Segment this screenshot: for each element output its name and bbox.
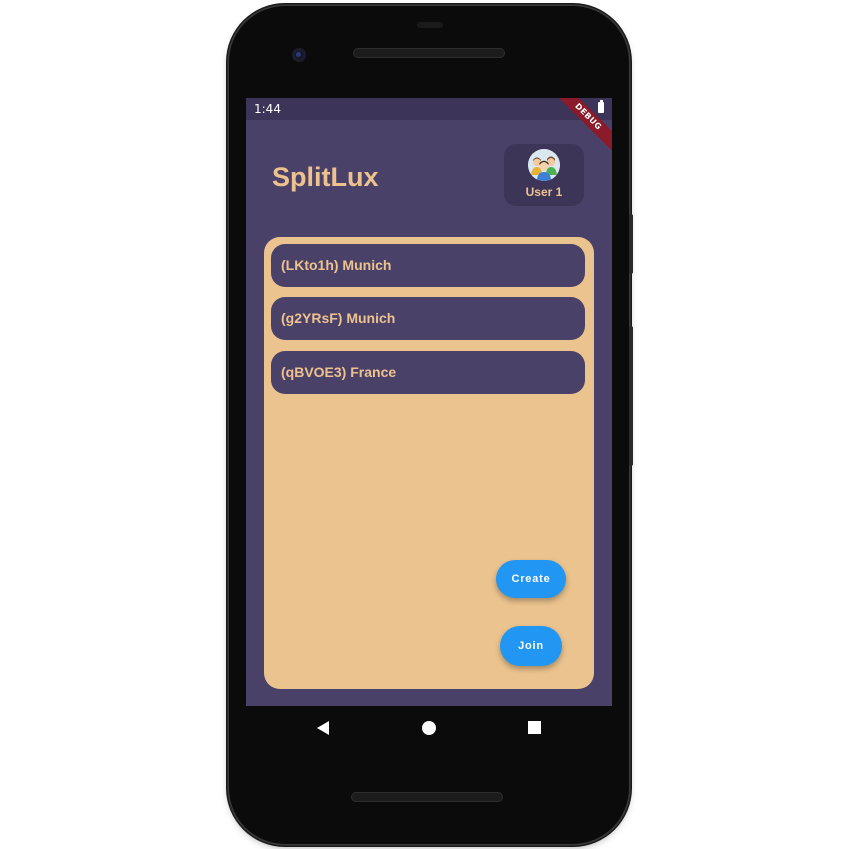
user-profile-button[interactable]: User 1: [504, 144, 584, 206]
earpiece-speaker: [353, 48, 505, 58]
status-time: 1:44: [254, 102, 281, 116]
bottom-speaker: [351, 792, 503, 802]
create-button[interactable]: Create: [496, 560, 566, 598]
top-sensor: [417, 22, 443, 28]
front-camera: [292, 48, 306, 62]
group-label: (g2YRsF) Munich: [281, 310, 396, 326]
power-button: [629, 214, 633, 274]
group-avatar-icon: [528, 149, 560, 181]
groups-panel: (LKto1h) Munich (g2YRsF) Munich (qBVOE3)…: [264, 237, 594, 689]
status-bar: 1:44: [246, 98, 612, 120]
group-list-item[interactable]: (LKto1h) Munich: [271, 244, 585, 287]
android-navigation-bar: [246, 706, 612, 752]
user-name: User 1: [525, 185, 563, 199]
group-list-item[interactable]: (g2YRsF) Munich: [271, 297, 585, 340]
group-label: (LKto1h) Munich: [281, 257, 392, 273]
recents-square-icon[interactable]: [527, 720, 542, 739]
app-title: SplitLux: [272, 162, 379, 192]
phone-frame: 1:44 DEBUG SplitLux User 1 (LKto1h) Muni…: [229, 6, 633, 844]
group-label: (qBVOE3) France: [281, 364, 397, 380]
volume-rocker: [629, 326, 633, 466]
group-list-item[interactable]: (qBVOE3) France: [271, 351, 585, 394]
home-circle-icon[interactable]: [421, 720, 437, 740]
back-triangle-icon[interactable]: [316, 720, 330, 740]
join-button[interactable]: Join: [500, 626, 562, 666]
battery-icon: [598, 100, 604, 113]
app-screen: 1:44 DEBUG SplitLux User 1 (LKto1h) Muni…: [246, 98, 612, 706]
